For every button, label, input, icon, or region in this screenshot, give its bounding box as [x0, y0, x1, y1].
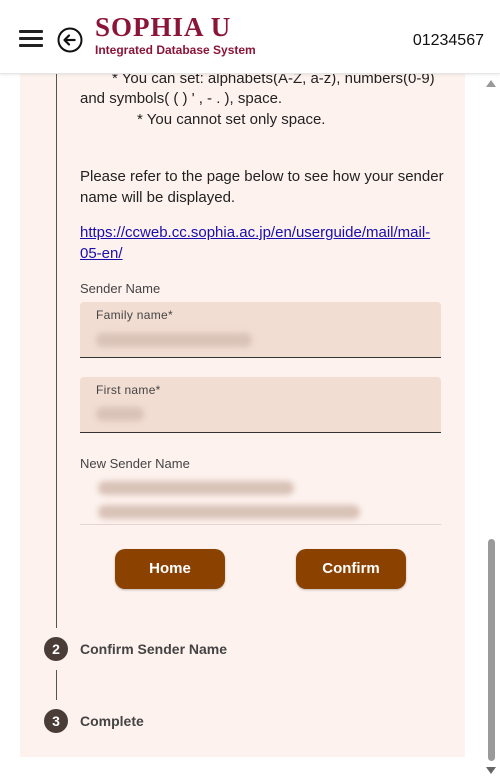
first-name-field[interactable]: First name* — [80, 377, 441, 433]
logo-title: SOPHIA U — [95, 12, 232, 42]
family-name-value-redacted — [96, 333, 252, 347]
new-sender-name-label: New Sender Name — [80, 456, 190, 471]
step-connector-line — [56, 74, 57, 628]
sophia-logo[interactable]: SOPHIA U Integrated Database System — [95, 12, 256, 57]
step-connector-line — [56, 670, 57, 700]
user-id: 01234567 — [412, 32, 484, 49]
refer-text: Please refer to the page below to see ho… — [80, 168, 444, 185]
logo-subtitle: Integrated Database System — [95, 43, 256, 57]
sender-name-label: Sender Name — [80, 281, 161, 296]
top-bar: SOPHIA U Integrated Database System 0123… — [0, 0, 500, 74]
step-number-2: 2 — [44, 637, 68, 661]
allowed-chars-text-cont: and symbols( ( ) ' , - . ), space. — [80, 90, 283, 107]
scrollbar-thumb[interactable] — [488, 539, 495, 761]
step-number-3: 3 — [44, 709, 68, 733]
family-name-field[interactable]: Family name* — [80, 302, 441, 358]
preview-line-redacted — [98, 505, 360, 519]
menu-icon[interactable] — [19, 30, 43, 48]
first-name-value-redacted — [96, 407, 144, 421]
preview-line-redacted — [98, 481, 294, 495]
step-title-confirm: Confirm Sender Name — [80, 641, 228, 657]
first-name-label: First name* — [96, 383, 161, 397]
scroll-up-arrow-icon[interactable] — [486, 80, 496, 87]
userguide-link[interactable]: https://ccweb.cc.sophia.ac.jp/en/usergui… — [80, 222, 430, 244]
confirm-button[interactable]: Confirm — [296, 549, 406, 589]
scrollbar[interactable] — [482, 74, 500, 764]
back-arrow-icon[interactable] — [57, 27, 83, 53]
home-button[interactable]: Home — [115, 549, 225, 589]
no-space-only-text: * You cannot set only space. — [137, 111, 326, 128]
refer-text-cont: name will be displayed. — [80, 189, 236, 206]
step-title-complete: Complete — [80, 713, 144, 729]
family-name-label: Family name* — [96, 308, 173, 322]
new-sender-name-preview — [80, 475, 441, 525]
userguide-link-cont[interactable]: 05-en/ — [80, 243, 123, 265]
scroll-down-arrow-icon[interactable] — [482, 765, 500, 780]
